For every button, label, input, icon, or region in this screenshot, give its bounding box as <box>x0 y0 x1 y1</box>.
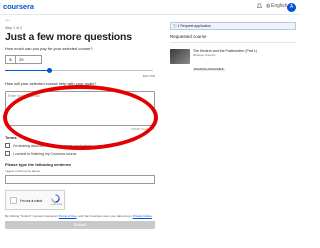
terms-item-accurate[interactable]: I'm sharing accurate information on my a… <box>5 143 157 148</box>
pay-input-group: $ 29 <box>5 55 157 64</box>
recaptcha-widget: I'm not a robot reCAPTCHA <box>5 190 65 210</box>
recaptcha-brand: reCAPTCHA <box>50 204 62 206</box>
top-header: coursera ◍ English A <box>0 0 300 15</box>
sentence-heading: Please type the following sentence <box>5 162 72 167</box>
terms-item-label: I'm sharing accurate information on my a… <box>13 143 91 148</box>
currency-symbol: $ <box>5 55 16 64</box>
course-card[interactable]: The Modern and the Postmodern (Part 1) W… <box>170 49 296 75</box>
requested-course-heading: Requested course <box>170 34 296 43</box>
sentence-input[interactable] <box>5 175 155 184</box>
avatar[interactable]: A <box>287 3 296 12</box>
terms-heading: Terms <box>5 135 17 140</box>
bell-icon[interactable] <box>257 3 262 11</box>
course-title: The Modern and the Postmodern (Part 1) <box>193 49 258 53</box>
submit-button[interactable]: Submit <box>5 221 155 229</box>
sentence-text: I agree to the terms above. <box>5 169 41 173</box>
request-notice: ⓘ 1 Request application <box>170 22 296 30</box>
coursera-logo[interactable]: coursera <box>3 2 34 11</box>
globe-icon[interactable]: ◍ <box>266 3 270 9</box>
pay-amount-input[interactable]: 29 <box>16 55 42 64</box>
terms-item-commit[interactable]: I commit to finishing my Coursera course <box>5 151 157 156</box>
sidebar: ⓘ 1 Request application Requested course… <box>170 22 296 75</box>
course-thumbnail <box>170 49 190 64</box>
checkbox[interactable] <box>5 143 10 148</box>
step-indicator: Step 1 of 2 <box>5 26 22 30</box>
back-arrow-icon[interactable]: ← <box>5 17 157 23</box>
recaptcha-checkbox[interactable] <box>10 197 17 204</box>
disclaimer-text: , and that Coursera uses your data as pe… <box>76 214 132 218</box>
recaptcha-label: I'm not a robot <box>20 199 43 203</box>
pay-slider[interactable] <box>5 68 157 74</box>
page-title: Just a few more questions <box>5 31 132 43</box>
disclaimer-text: By clicking "Submit" I accept Coursera's <box>5 214 59 218</box>
slider-fill <box>5 70 50 71</box>
slider-max-label: $49 USD <box>142 74 155 78</box>
privacy-notice-link[interactable]: Privacy Notice <box>133 214 152 218</box>
application-form: ← Step 1 of 2 Just a few more questions … <box>5 17 157 229</box>
eligibility-badge: FINANCIAL AID ELIGIBLE <box>193 68 225 71</box>
slider-labels: $49 USD <box>5 74 155 78</box>
checkbox[interactable] <box>5 151 10 156</box>
terms-item-label: I commit to finishing my Coursera course <box>13 151 77 156</box>
course-info: The Modern and the Postmodern (Part 1) W… <box>193 49 257 75</box>
submit-disclaimer: By clicking "Submit" I accept Coursera's… <box>5 214 155 218</box>
terms-of-use-link[interactable]: Terms of Use <box>59 214 77 218</box>
recaptcha-logo-icon <box>51 194 60 203</box>
goal-question: How will your selected course help with … <box>5 81 97 86</box>
course-org: Wesleyan University <box>193 54 216 57</box>
goal-textarea[interactable]: Enter your response <box>5 91 155 126</box>
language-selector[interactable]: English <box>271 3 287 9</box>
pay-question: How much can you pay for your selected c… <box>5 46 93 51</box>
slider-handle[interactable] <box>46 68 52 73</box>
char-counter: 0/3000 characters <box>130 127 155 131</box>
